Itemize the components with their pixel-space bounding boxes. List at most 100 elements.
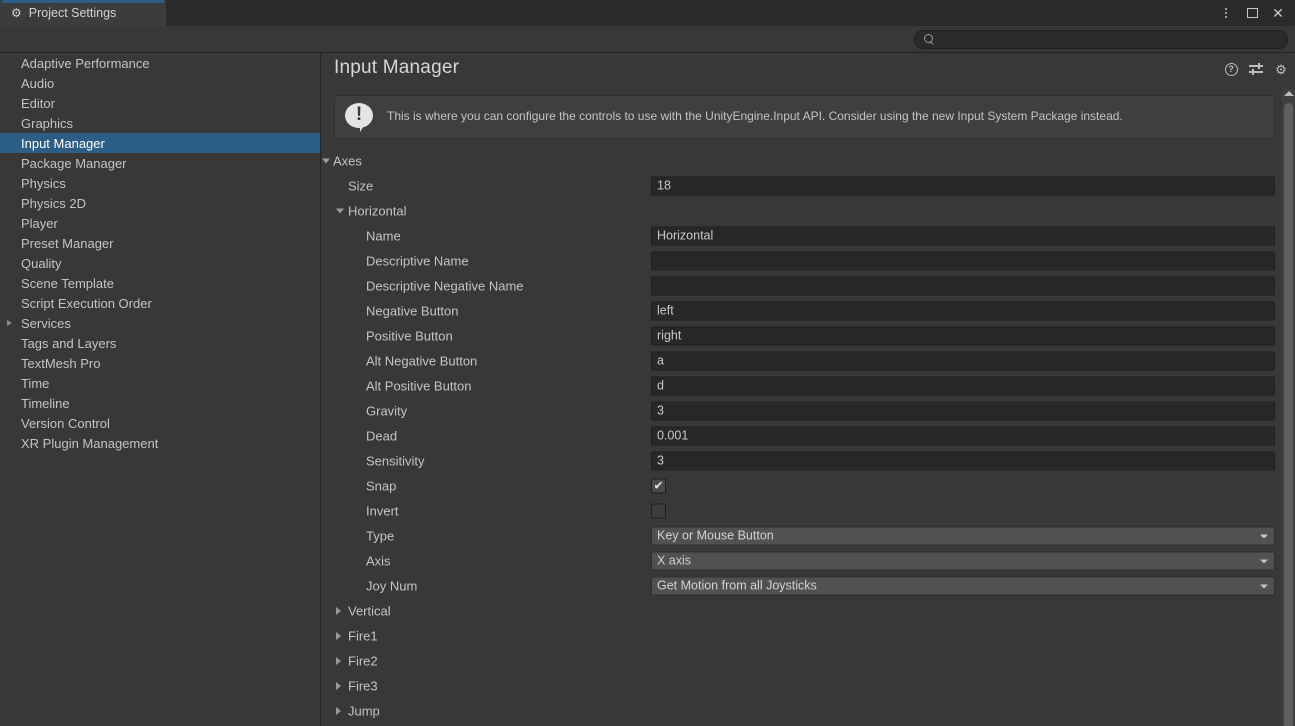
sidebar-item-player[interactable]: Player xyxy=(0,213,320,233)
chevron-down-icon[interactable] xyxy=(336,208,344,213)
settings-button[interactable]: ⚙ xyxy=(1273,61,1289,77)
chevron-right-icon[interactable] xyxy=(336,657,341,665)
sidebar-item-physics[interactable]: Physics xyxy=(0,173,320,193)
sidebar-item-label: Time xyxy=(21,376,49,391)
property-label: Descriptive Name xyxy=(366,253,469,268)
property-label: Snap xyxy=(366,478,396,493)
sidebar-item-label: Tags and Layers xyxy=(21,336,116,351)
property-row-axes[interactable]: Axes xyxy=(322,148,1295,173)
property-row-descriptive-name: Descriptive Name xyxy=(322,248,1295,273)
property-row-name: NameHorizontal xyxy=(322,223,1295,248)
pane-header-icons: ? ⚙ xyxy=(1223,61,1289,77)
sidebar-item-label: Timeline xyxy=(21,396,70,411)
sidebar-item-label: Script Execution Order xyxy=(21,296,152,311)
scroll-up-arrow-icon[interactable] xyxy=(1284,91,1294,96)
dropdown-value: Key or Mouse Button xyxy=(657,529,774,543)
checkbox-invert[interactable] xyxy=(651,503,666,518)
sidebar-item-graphics[interactable]: Graphics xyxy=(0,113,320,133)
text-field-name[interactable]: Horizontal xyxy=(651,226,1275,245)
chevron-down-icon xyxy=(1260,559,1268,563)
sidebar-item-preset-manager[interactable]: Preset Manager xyxy=(0,233,320,253)
dropdown-axis[interactable]: X axis xyxy=(651,551,1275,570)
property-label: Alt Negative Button xyxy=(366,353,477,368)
close-button[interactable]: ✕ xyxy=(1267,2,1289,24)
property-row-jump[interactable]: Jump xyxy=(322,698,1295,723)
chevron-right-icon[interactable] xyxy=(336,682,341,690)
info-banner: ! This is where you can configure the co… xyxy=(334,95,1275,139)
sidebar-item-physics-2d[interactable]: Physics 2D xyxy=(0,193,320,213)
dropdown-type[interactable]: Key or Mouse Button xyxy=(651,526,1275,545)
sidebar-item-input-manager[interactable]: Input Manager xyxy=(0,133,320,153)
tab-label: Project Settings xyxy=(29,7,117,20)
chevron-down-icon[interactable] xyxy=(322,158,330,163)
text-field-descriptive-name[interactable] xyxy=(651,251,1275,270)
text-field-negative-button[interactable]: left xyxy=(651,301,1275,320)
property-row-size: Size 18 xyxy=(322,173,1295,198)
property-label: Invert xyxy=(366,503,399,518)
property-label: Fire1 xyxy=(348,628,378,643)
scrollbar-thumb[interactable] xyxy=(1284,103,1293,726)
sidebar-item-textmesh-pro[interactable]: TextMesh Pro xyxy=(0,353,320,373)
overflow-menu-button[interactable] xyxy=(1215,2,1237,24)
help-icon: ? xyxy=(1225,63,1238,76)
chevron-right-icon[interactable] xyxy=(7,320,12,326)
text-field-alt-negative-button[interactable]: a xyxy=(651,351,1275,370)
sidebar-item-adaptive-performance[interactable]: Adaptive Performance xyxy=(0,53,320,73)
text-field-alt-positive-button[interactable]: d xyxy=(651,376,1275,395)
search-box[interactable] xyxy=(914,30,1288,49)
maximize-button[interactable] xyxy=(1241,2,1263,24)
help-button[interactable]: ? xyxy=(1223,61,1239,77)
chevron-right-icon[interactable] xyxy=(336,607,341,615)
sidebar-item-timeline[interactable]: Timeline xyxy=(0,393,320,413)
sidebar-item-audio[interactable]: Audio xyxy=(0,73,320,93)
property-row-gravity: Gravity3 xyxy=(322,398,1295,423)
property-row-fire3[interactable]: Fire3 xyxy=(322,673,1295,698)
text-field-gravity[interactable]: 3 xyxy=(651,401,1275,420)
text-field-sensitivity[interactable]: 3 xyxy=(651,451,1275,470)
preset-button[interactable] xyxy=(1248,61,1264,77)
sidebar-item-tags-and-layers[interactable]: Tags and Layers xyxy=(0,333,320,353)
sidebar-item-label: Preset Manager xyxy=(21,236,114,251)
chevron-right-icon[interactable] xyxy=(336,632,341,640)
tab-project-settings[interactable]: ⚙ Project Settings xyxy=(0,0,166,26)
chevron-right-icon[interactable] xyxy=(336,707,341,715)
search-icon xyxy=(924,34,935,45)
sidebar-item-package-manager[interactable]: Package Manager xyxy=(0,153,320,173)
pane-header: Input Manager ? ⚙ xyxy=(322,53,1295,90)
field-value: Horizontal xyxy=(657,229,713,243)
property-row-fire2[interactable]: Fire2 xyxy=(322,648,1295,673)
search-input[interactable] xyxy=(940,34,1287,46)
property-label: Fire2 xyxy=(348,653,378,668)
sidebar-item-xr-plugin-management[interactable]: XR Plugin Management xyxy=(0,433,320,453)
vertical-scrollbar[interactable] xyxy=(1282,89,1295,726)
property-row-fire1[interactable]: Fire1 xyxy=(322,623,1295,648)
sidebar-item-script-execution-order[interactable]: Script Execution Order xyxy=(0,293,320,313)
sidebar-item-version-control[interactable]: Version Control xyxy=(0,413,320,433)
field-value: a xyxy=(657,354,664,368)
sidebar-item-label: Adaptive Performance xyxy=(21,56,150,71)
sidebar-item-quality[interactable]: Quality xyxy=(0,253,320,273)
sidebar-item-time[interactable]: Time xyxy=(0,373,320,393)
sidebar-item-editor[interactable]: Editor xyxy=(0,93,320,113)
field-value: 18 xyxy=(657,179,671,193)
window-titlebar: ⚙ Project Settings ✕ xyxy=(0,0,1295,26)
checkbox-snap[interactable]: ✔ xyxy=(651,478,666,493)
text-field-positive-button[interactable]: right xyxy=(651,326,1275,345)
text-field-size[interactable]: 18 xyxy=(651,176,1275,195)
kebab-menu-icon xyxy=(1225,8,1227,18)
sidebar-item-label: Quality xyxy=(21,256,61,271)
dropdown-joy-num[interactable]: Get Motion from all Joysticks xyxy=(651,576,1275,595)
sidebar-item-scene-template[interactable]: Scene Template xyxy=(0,273,320,293)
property-row-axis: AxisX axis xyxy=(322,548,1295,573)
checkmark-icon: ✔ xyxy=(653,480,663,492)
field-value: 3 xyxy=(657,404,664,418)
property-label: Size xyxy=(348,178,373,193)
property-row-vertical[interactable]: Vertical xyxy=(322,598,1295,623)
property-label: Jump xyxy=(348,703,380,718)
window-controls: ✕ xyxy=(1215,0,1289,26)
sidebar-item-services[interactable]: Services xyxy=(0,313,320,333)
property-row-horizontal[interactable]: Horizontal xyxy=(322,198,1295,223)
text-field-descriptive-negative-name[interactable] xyxy=(651,276,1275,295)
text-field-dead[interactable]: 0.001 xyxy=(651,426,1275,445)
sidebar-item-label: Services xyxy=(21,316,71,331)
